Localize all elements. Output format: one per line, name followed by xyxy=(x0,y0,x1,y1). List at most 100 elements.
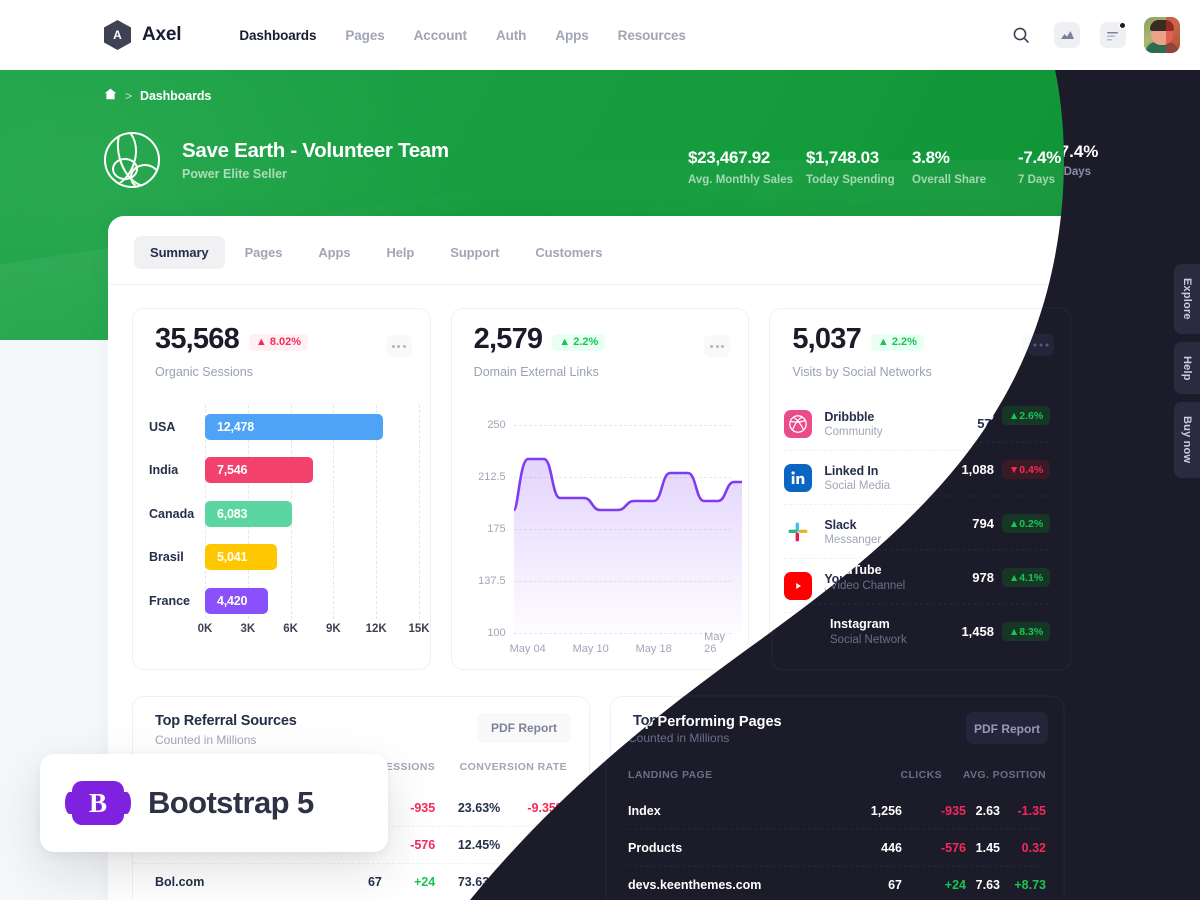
social-delta-value: 0.4% xyxy=(1025,471,1050,484)
bar-row-france: France 4,420 xyxy=(147,579,419,623)
cell-rate: 12.45% xyxy=(457,838,501,852)
brand-name: Axel xyxy=(142,24,182,45)
cell-position-delta: +8.73 xyxy=(1013,875,1045,889)
tab-summary[interactable]: Summary xyxy=(134,236,225,269)
notifications-icon[interactable] xyxy=(1098,20,1128,50)
search-icon[interactable] xyxy=(1006,20,1036,50)
social-value: 579 xyxy=(977,416,999,431)
nav-item-apps[interactable]: Apps xyxy=(555,28,588,43)
list-item[interactable]: Instagram Social Network 1,458 ▲8.3% xyxy=(784,613,1057,667)
page-subtitle: Power Elite Seller xyxy=(182,167,287,181)
column-header: LANDING PAGE xyxy=(633,761,718,773)
social-delta-value: 2.6% xyxy=(1025,417,1050,430)
cell-position: 1.45 xyxy=(953,838,979,852)
table-row[interactable]: Bol.com 67 +24 73.63% +28.73% xyxy=(133,863,589,900)
breadcrumb-separator: > xyxy=(125,89,133,103)
bootstrap-logo-letter: B xyxy=(88,787,107,818)
breadcrumb-current[interactable]: Dashboards xyxy=(140,89,211,103)
activity-icon[interactable] xyxy=(1052,20,1082,50)
social-name: Dribbble xyxy=(824,409,875,424)
social-delta-value: 0.2% xyxy=(1025,525,1050,538)
tab-customers[interactable]: Customers xyxy=(519,236,618,269)
hero-stat-overall-share: 3.8% Overall Share xyxy=(912,148,1018,186)
table-title: Top Referral Sources xyxy=(155,713,297,729)
social-name: Linked In xyxy=(824,463,879,478)
card-menu-button[interactable] xyxy=(385,335,412,357)
card-organic-sessions: 35,568 ▲ 8.02% Organic Sessions USA 12,4… xyxy=(132,308,431,670)
kpi-value: 2,579 xyxy=(473,323,543,355)
tab-help[interactable]: Help xyxy=(370,236,430,269)
social-desc: Video Channel xyxy=(824,587,900,600)
tab-divider xyxy=(108,284,1090,285)
x-tick-label: 0K xyxy=(197,623,213,635)
social-value: 1,458 xyxy=(966,632,999,648)
hero-stat-value: $1,748.03 xyxy=(806,148,879,167)
cell-page: devs.keenthemes.com xyxy=(633,875,767,889)
column-header: CONVERSION RATE xyxy=(459,761,567,773)
bootstrap-promo-card[interactable]: B Bootstrap 5 xyxy=(40,754,388,852)
nav-item-account[interactable]: Account xyxy=(414,28,467,43)
card-menu-button[interactable] xyxy=(704,335,731,357)
side-button-explore[interactable]: Explore xyxy=(1174,264,1200,334)
nav-item-auth[interactable]: Auth xyxy=(496,28,526,43)
tab-bar: Summary Pages Apps Help Support Customer… xyxy=(134,236,618,269)
card-label: Organic Sessions xyxy=(155,365,253,379)
avatar[interactable] xyxy=(1144,17,1180,53)
nav-item-resources[interactable]: Resources xyxy=(618,28,686,43)
y-tick-label: 100 xyxy=(487,627,506,639)
cell-clicks-delta: +24 xyxy=(892,875,914,889)
y-tick-label: 175 xyxy=(487,523,506,535)
table-header-row: LANDING PAGE CLICKS AVG. POSITION xyxy=(611,761,1067,773)
kpi-block: 5,037 ▲ 2.2% xyxy=(792,325,924,354)
kpi-block: 2,579 ▲ 2.2% xyxy=(474,325,606,354)
list-item[interactable]: Slack Messanger 794 ▲0.2% xyxy=(784,505,1057,559)
tab-apps[interactable]: Apps xyxy=(302,236,366,269)
dribbble-icon xyxy=(784,409,813,438)
home-icon[interactable] xyxy=(104,87,117,105)
bar-value: 12,478 xyxy=(205,413,384,440)
area-chart-svg xyxy=(513,457,742,635)
kpi-value: 35,568 xyxy=(155,323,240,355)
table-row[interactable]: Products 446 -576 1.45 0.32 xyxy=(611,826,1067,863)
bar-category-label: Canada xyxy=(149,506,195,521)
hero-stat-label: Avg. Monthly Sales xyxy=(688,174,794,186)
cell-sessions-delta: -935 xyxy=(410,800,436,815)
tab-pages[interactable]: Pages xyxy=(229,236,299,269)
card-menu-button[interactable] xyxy=(1023,335,1050,357)
globe-icon xyxy=(104,132,160,188)
kpi-delta-badge: ▲ 2.2% xyxy=(552,334,606,351)
list-item[interactable]: Dribbble Community 579 ▲2.6% xyxy=(784,397,1057,451)
hero-stat-value: 3.8% xyxy=(912,148,950,167)
table-row[interactable]: devs.keenthemes.com 67 +24 7.63 +8.73 xyxy=(611,863,1067,900)
social-delta-badge: ▲2.6% xyxy=(1008,413,1057,434)
social-desc: Community xyxy=(824,425,883,438)
brand-logo[interactable]: A Axel xyxy=(104,20,182,50)
social-networks-list: Dribbble Community 579 ▲2.6% Linked In S… xyxy=(784,397,1057,667)
nav-item-dashboards[interactable]: Dashboards xyxy=(239,28,316,43)
breadcrumb: > Dashboards xyxy=(104,87,211,105)
avatar-overlay xyxy=(1166,17,1180,53)
list-item[interactable]: YouTube Video Channel 978 ▲4.1% xyxy=(784,559,1057,613)
list-item[interactable]: Linked In Social Media 1,088 ▼0.4% xyxy=(784,451,1057,505)
social-value: 794 xyxy=(977,524,999,539)
cell-rate-delta: -9.35% xyxy=(527,800,567,815)
x-tick-label: 6K xyxy=(283,623,298,635)
pdf-report-button[interactable]: PDF Report xyxy=(477,713,571,743)
side-button-buy-now[interactable]: Buy now xyxy=(1174,402,1200,478)
social-value: 978 xyxy=(977,578,999,593)
x-tick-label: May 10 xyxy=(572,643,609,655)
app-root: A Axel Dashboards Pages Account Auth App… xyxy=(0,0,1200,900)
cell-sessions-delta: -576 xyxy=(410,838,436,852)
cell-clicks: 1,256 xyxy=(828,800,860,815)
social-desc: Social Media xyxy=(824,479,891,492)
side-button-help[interactable]: Help xyxy=(1174,341,1200,395)
social-delta-badge: ▲8.3% xyxy=(1008,630,1057,650)
cell-page: Products xyxy=(633,838,688,852)
nav-item-pages[interactable]: Pages xyxy=(345,28,384,43)
pdf-report-button[interactable]: PDF Report xyxy=(955,713,1049,743)
activity-icon-bg xyxy=(1054,22,1080,48)
x-tick-label: 12K xyxy=(365,623,387,635)
table-row[interactable]: Index 1,256 -935 2.63 -1.35 xyxy=(611,789,1067,826)
tab-support[interactable]: Support xyxy=(434,236,515,269)
bar-value: 7,546 xyxy=(205,457,313,483)
